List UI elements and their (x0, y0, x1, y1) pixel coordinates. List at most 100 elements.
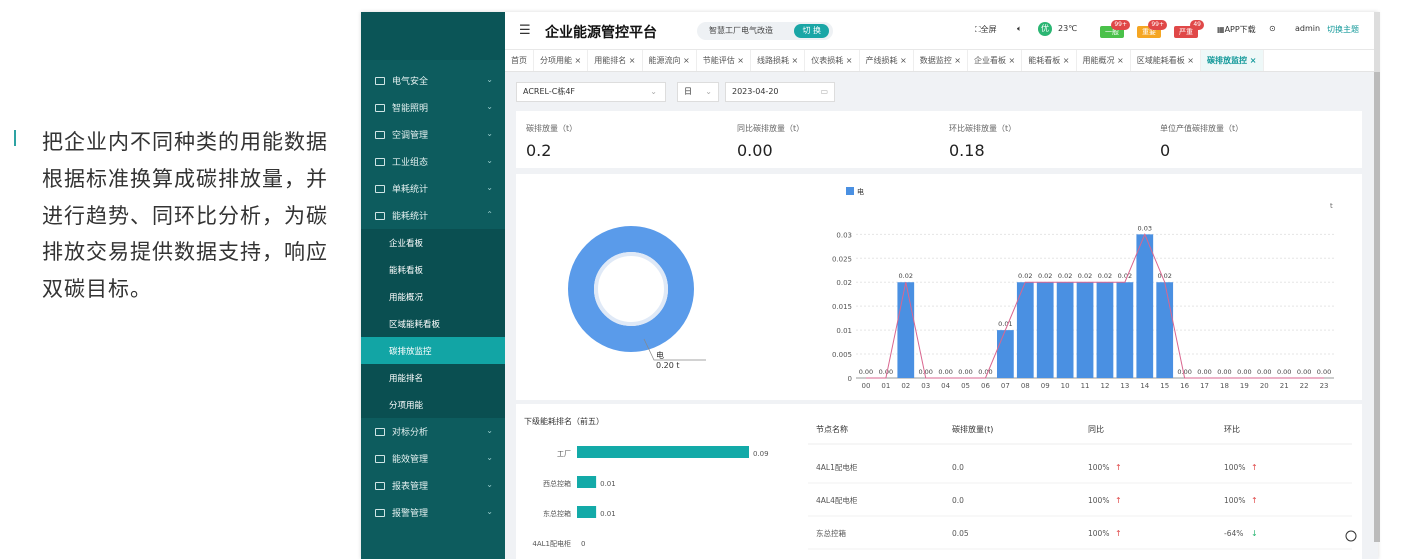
chevron-icon: ⌄ (486, 75, 493, 84)
kpi-card: 环比碳排放量（t） 0.18 (949, 123, 1016, 160)
sidebar-item[interactable]: 能耗统计 ⌃ (361, 202, 505, 229)
x-tick-label: 02 (901, 382, 910, 390)
x-tick-label: 13 (1120, 382, 1129, 390)
sidebar-item[interactable]: 单耗统计 ⌄ (361, 175, 505, 202)
table-cell: 4AL4配电柜 (816, 495, 858, 505)
sidebar-item-label: 区域能耗看板 (389, 319, 441, 330)
menu-item-icon (375, 76, 385, 85)
sidebar-item-label: 企业看板 (389, 238, 424, 249)
tab[interactable]: 能耗看板 × (1022, 50, 1077, 71)
tab[interactable]: 产线损耗 × (860, 50, 914, 71)
sidebar-item[interactable]: 对标分析 ⌄ (361, 418, 505, 445)
sidebar-item[interactable]: 报警管理 ⌄ (361, 499, 505, 526)
tab-bar: 首页 分项用能 × 用能排名 × 能源流向 × 节能评估 × 线路损耗 × 仪表损耗 × 产线… (505, 50, 1378, 72)
sidebar-item-label: 空调管理 (392, 131, 429, 141)
sound-icon[interactable]: 🔈︎ (1017, 24, 1022, 34)
sidebar-item[interactable]: 用能概况 (361, 283, 505, 310)
table-header: 环比 (1224, 424, 1240, 434)
alarm-badge-normal[interactable]: 一般 99+ (1100, 20, 1130, 38)
sidebar-item[interactable]: 空调管理 ⌄ (361, 121, 505, 148)
table-cell: -64% (1224, 529, 1243, 538)
donut-inner-ring (594, 252, 668, 326)
menu-item-icon (375, 481, 385, 490)
app-window: 电气安全 ⌄ 智能照明 ⌄ 空调管理 ⌄ 工业组态 ⌄ 单耗统计 ⌄ 能耗统计 ⌃ 企业看板 能耗看板 用能… (361, 12, 1378, 559)
alarm-badge-important[interactable]: 重要 99+ (1137, 20, 1167, 38)
table-cell: 100% (1088, 496, 1109, 505)
sidebar-item[interactable]: 电气安全 ⌄ (361, 67, 505, 94)
bar-value-label: 0.00 (1217, 368, 1231, 376)
x-tick-label: 18 (1220, 382, 1229, 390)
sidebar-item[interactable]: 智能照明 ⌄ (361, 94, 505, 121)
project-pill: 智慧工厂电气改造 切 换 (697, 22, 833, 40)
kpi-label: 单位产值碳排放量（t） (1160, 124, 1244, 133)
top-bar: ☰ 企业能源管控平台 智慧工厂电气改造 切 换 ⛶全屏 🔈︎ 优 23℃ 一般 99… (505, 12, 1378, 50)
sidebar-item[interactable]: 用能排名 (361, 364, 505, 391)
building-select[interactable]: ACREL-C栋4F ⌄ (516, 82, 666, 102)
switch-theme-button[interactable]: 切换主题 (1327, 24, 1359, 35)
tab[interactable]: 碳排放监控 × (1201, 50, 1264, 71)
legend-label: 电 (857, 187, 864, 196)
ranking-name: 工厂 (557, 450, 571, 458)
tab[interactable]: 用能概况 × (1077, 50, 1131, 71)
sidebar-item[interactable]: 能耗看板 (361, 256, 505, 283)
sidebar-item[interactable]: 碳排放监控 (361, 337, 505, 364)
ranking-panel: 下级能耗排名（前五） 工厂 0.09 西总控箱 0.01 东总控箱 0.01 4AL1配电柜 0… (516, 404, 1362, 559)
trend-line (865, 233, 1325, 379)
sidebar-item[interactable]: 工业组态 ⌄ (361, 148, 505, 175)
table-cell: 100% (1088, 529, 1109, 538)
sidebar-item[interactable]: 企业看板 (361, 229, 505, 256)
tab[interactable]: 用能排名 × (588, 50, 643, 71)
sidebar-item[interactable]: 报表管理 ⌄ (361, 472, 505, 499)
chat-icon[interactable] (1345, 530, 1357, 542)
alarm-badge-severe[interactable]: 严重 49 (1174, 20, 1204, 38)
chevron-icon: ⌄ (486, 129, 493, 138)
bar (1136, 234, 1154, 378)
sidebar-item[interactable]: 能效管理 ⌄ (361, 445, 505, 472)
chevron-icon: ⌄ (486, 183, 493, 192)
sidebar-item-label: 能效管理 (392, 455, 429, 465)
app-download-button[interactable]: ▦APP下载 (1217, 24, 1256, 35)
tab[interactable]: 节能评估 × (697, 50, 751, 71)
sidebar-item[interactable]: 分项用能 (361, 391, 505, 418)
sidebar-item-label: 碳排放监控 (389, 346, 432, 357)
tab[interactable]: 首页 (505, 50, 534, 71)
sidebar-item[interactable]: 区域能耗看板 (361, 310, 505, 337)
y-tick-label: 0.015 (832, 303, 852, 311)
tab[interactable]: 能源流向 × (643, 50, 697, 71)
x-tick-label: 08 (1021, 382, 1030, 390)
x-tick-label: 17 (1200, 382, 1209, 390)
table-cell: 100% (1224, 496, 1245, 505)
tab[interactable]: 线路损耗 × (751, 50, 806, 71)
tab[interactable]: 数据监控 × (914, 50, 968, 71)
bar (897, 282, 915, 378)
chart-area: 电0.20 t电t00.0050.010.0150.020.0250.030.0… (568, 187, 1334, 390)
table-cell: 100% (1088, 463, 1109, 472)
chart-panel: 电 0.20 t 电 t 0 0.005 0.01 0.015 0.02 0.025 0.03 0.0… (516, 174, 1362, 400)
date-picker[interactable]: 2023-04-20 ▭ (725, 82, 835, 102)
tab[interactable]: 区域能耗看板 × (1131, 50, 1201, 71)
switch-project-button[interactable]: 切 换 (794, 24, 829, 38)
fullscreen-button[interactable]: ⛶全屏 (975, 24, 997, 35)
donut-value: 0.20 t (656, 361, 680, 370)
menu-item-icon (375, 454, 385, 463)
arrow-up-icon: ↑ (1251, 496, 1258, 505)
menu-icon[interactable]: ☰ (519, 23, 531, 38)
bar-value-label: 0.02 (899, 272, 913, 280)
tab[interactable]: 企业看板 × (968, 50, 1023, 71)
tab[interactable]: 分项用能 × (534, 50, 589, 71)
sidebar-item-label: 用能排名 (389, 373, 424, 384)
bar-value-label: 0.02 (1038, 272, 1052, 280)
legend-swatch (846, 187, 854, 195)
user-name[interactable]: admin (1295, 24, 1320, 33)
menu-item-icon (375, 103, 385, 112)
bar-value-label: 0.00 (1297, 368, 1311, 376)
sidebar-item-label: 智能照明 (392, 104, 429, 114)
kpi-value: 0.18 (949, 141, 985, 160)
bar (1036, 282, 1054, 378)
tab[interactable]: 仪表损耗 × (805, 50, 860, 71)
air-quality-badge: 优 (1038, 22, 1052, 36)
help-icon[interactable]: ⊙ (1269, 24, 1276, 33)
period-select[interactable]: 日 ⌄ (677, 82, 719, 102)
x-tick-label: 19 (1240, 382, 1249, 390)
scrollbar[interactable] (1374, 12, 1380, 542)
